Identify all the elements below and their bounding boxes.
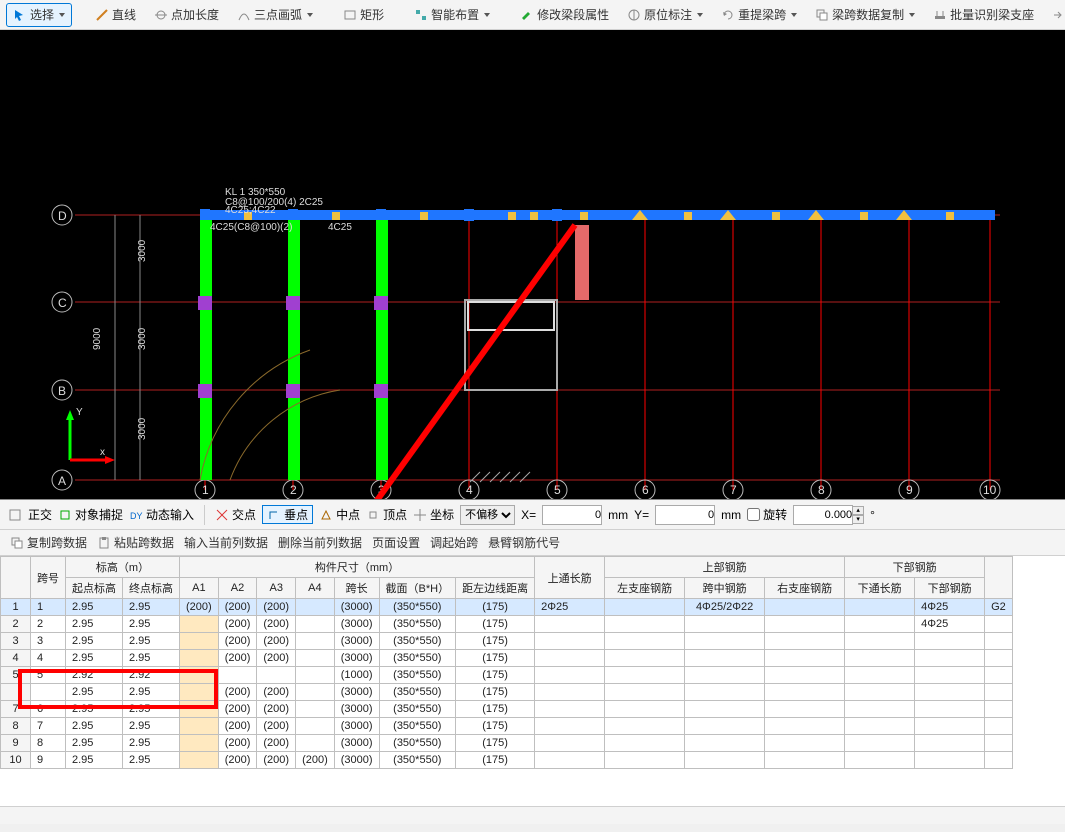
perp-snap[interactable]: 垂点 xyxy=(262,505,313,524)
svg-text:6: 6 xyxy=(642,483,649,497)
svg-text:10: 10 xyxy=(983,483,997,497)
columns xyxy=(200,220,388,480)
axis-marker: Y x xyxy=(66,407,115,464)
rect-button[interactable]: 矩形 xyxy=(336,3,391,27)
hscrollbar[interactable] xyxy=(0,806,1065,824)
copy-span-btn[interactable]: 复制跨数据 xyxy=(10,534,87,551)
svg-text:8: 8 xyxy=(818,483,825,497)
table-header: 跨号 标高（m） 构件尺寸（mm） 上通长筋 上部钢筋 下部钢筋 起点标高 终点… xyxy=(1,557,1013,599)
x-input[interactable] xyxy=(542,505,602,525)
addlen-button[interactable]: 点加长度 xyxy=(147,3,226,27)
grid-bubbles-numbers: 1 2 3 4 5 6 7 8 9 10 xyxy=(195,480,1000,500)
svg-text:4: 4 xyxy=(466,483,473,497)
cantilever-btn[interactable]: 悬臂钢筋代号 xyxy=(488,534,560,551)
drawing-canvas[interactable]: D C B A 1 2 3 4 5 6 7 8 9 10 9000 3000 3… xyxy=(0,30,1065,500)
x-label: X= xyxy=(521,508,536,522)
mid-snap[interactable]: 中点 xyxy=(319,506,360,523)
walls xyxy=(465,225,589,390)
copyspandata-button[interactable]: 梁跨数据复制 xyxy=(808,3,922,27)
cad-viewport[interactable]: D C B A 1 2 3 4 5 6 7 8 9 10 9000 3000 3… xyxy=(0,30,1065,500)
svg-text:3000: 3000 xyxy=(137,239,148,262)
select-button[interactable]: 选择 xyxy=(6,3,72,27)
svg-text:3000: 3000 xyxy=(137,327,148,350)
offset-select[interactable]: 不偏移 xyxy=(460,505,515,525)
table-row[interactable]: 442.952.95(200)(200)(3000)(350*550)(175) xyxy=(1,650,1013,667)
svg-text:9: 9 xyxy=(906,483,913,497)
svg-text:2: 2 xyxy=(290,483,297,497)
cursor-icon xyxy=(13,8,27,22)
svg-text:4C25(C8@100)(2): 4C25(C8@100)(2) xyxy=(210,222,292,233)
ortho-toggle[interactable]: 正交 xyxy=(28,506,52,523)
y-input[interactable] xyxy=(655,505,715,525)
row5-highlight xyxy=(18,669,218,709)
svg-text:5: 5 xyxy=(554,483,561,497)
osnap-toggle[interactable]: 对象捕捉 xyxy=(58,506,123,523)
svg-text:DYN: DYN xyxy=(130,511,143,521)
applysame-button[interactable]: 应用到同 xyxy=(1045,3,1065,27)
editspanattr-button[interactable]: 修改梁段属性 xyxy=(513,3,616,27)
paste-span-btn[interactable]: 粘贴跨数据 xyxy=(97,534,174,551)
arc3-button[interactable]: 三点画弧 xyxy=(230,3,320,27)
reloadspan-button[interactable]: 重提梁跨 xyxy=(714,3,804,27)
del-col-btn[interactable]: 删除当前列数据 xyxy=(278,534,362,551)
line-button[interactable]: 直线 xyxy=(88,3,143,27)
svg-text:D: D xyxy=(58,209,67,223)
table-row[interactable]: 222.952.95(200)(200)(3000)(350*550)(175)… xyxy=(1,616,1013,633)
svg-text:C: C xyxy=(58,296,67,310)
horiz-grids xyxy=(75,215,1000,480)
vert-grids xyxy=(205,215,990,490)
origmark-button[interactable]: 原位标注 xyxy=(620,3,710,27)
top-toolbar: 选择 直线 点加长度 三点画弧 矩形 智能布置 修改梁段属性 原位标注 重提梁跨 xyxy=(0,0,1065,30)
table-row[interactable]: 112.952.95(200)(200)(200)(3000)(350*550)… xyxy=(1,599,1013,616)
arcs xyxy=(200,350,340,480)
table-row[interactable]: 332.952.95(200)(200)(3000)(350*550)(175) xyxy=(1,633,1013,650)
adjust-first-btn[interactable]: 调起始跨 xyxy=(430,534,478,551)
coord-snap[interactable]: 坐标 xyxy=(413,506,454,523)
snap-icon xyxy=(8,508,22,522)
svg-text:4C25;4C22: 4C25;4C22 xyxy=(225,205,276,216)
dyn-toggle[interactable]: DYN 动态输入 xyxy=(129,506,194,523)
caret-down-icon xyxy=(59,13,65,17)
svg-text:Y: Y xyxy=(76,407,83,418)
svg-text:B: B xyxy=(58,384,66,398)
snap-bar: 正交 对象捕捉 DYN 动态输入 交点 垂点 中点 顶点 坐标 不偏移 X= m… xyxy=(0,500,1065,530)
table-row[interactable]: 1092.952.95(200)(200)(200)(3000)(350*550… xyxy=(1,752,1013,769)
beam-table: 跨号 标高（m） 构件尺寸（mm） 上通长筋 上部钢筋 下部钢筋 起点标高 终点… xyxy=(0,556,1013,769)
batchsupport-button[interactable]: 批量识别梁支座 xyxy=(926,3,1041,27)
svg-text:7: 7 xyxy=(730,483,737,497)
svg-text:9000: 9000 xyxy=(92,327,103,350)
svg-text:x: x xyxy=(100,447,105,458)
page-setup-btn[interactable]: 页面设置 xyxy=(372,534,420,551)
enter-col-btn[interactable]: 输入当前列数据 xyxy=(184,534,268,551)
table-row[interactable]: 982.952.95(200)(200)(3000)(350*550)(175) xyxy=(1,735,1013,752)
beam-table-wrap[interactable]: 跨号 标高（m） 构件尺寸（mm） 上通长筋 上部钢筋 下部钢筋 起点标高 终点… xyxy=(0,556,1065,806)
y-label: Y= xyxy=(634,508,649,522)
sub-toolbar: 复制跨数据 粘贴跨数据 输入当前列数据 删除当前列数据 页面设置 调起始跨 悬臂… xyxy=(0,530,1065,556)
smartplace-button[interactable]: 智能布置 xyxy=(407,3,497,27)
rotate-spinner[interactable]: ▴▾ xyxy=(793,505,864,525)
top-snap[interactable]: 顶点 xyxy=(366,506,407,523)
svg-text:3000: 3000 xyxy=(137,417,148,440)
rotate-toggle[interactable]: 旋转 xyxy=(747,506,787,523)
cross-snap[interactable]: 交点 xyxy=(215,506,256,523)
svg-text:A: A xyxy=(58,474,66,488)
svg-text:4C25: 4C25 xyxy=(328,222,352,233)
table-row[interactable]: 872.952.95(200)(200)(3000)(350*550)(175) xyxy=(1,718,1013,735)
svg-text:1: 1 xyxy=(202,483,209,497)
dimension-lines: 9000 3000 3000 3000 xyxy=(92,215,148,480)
